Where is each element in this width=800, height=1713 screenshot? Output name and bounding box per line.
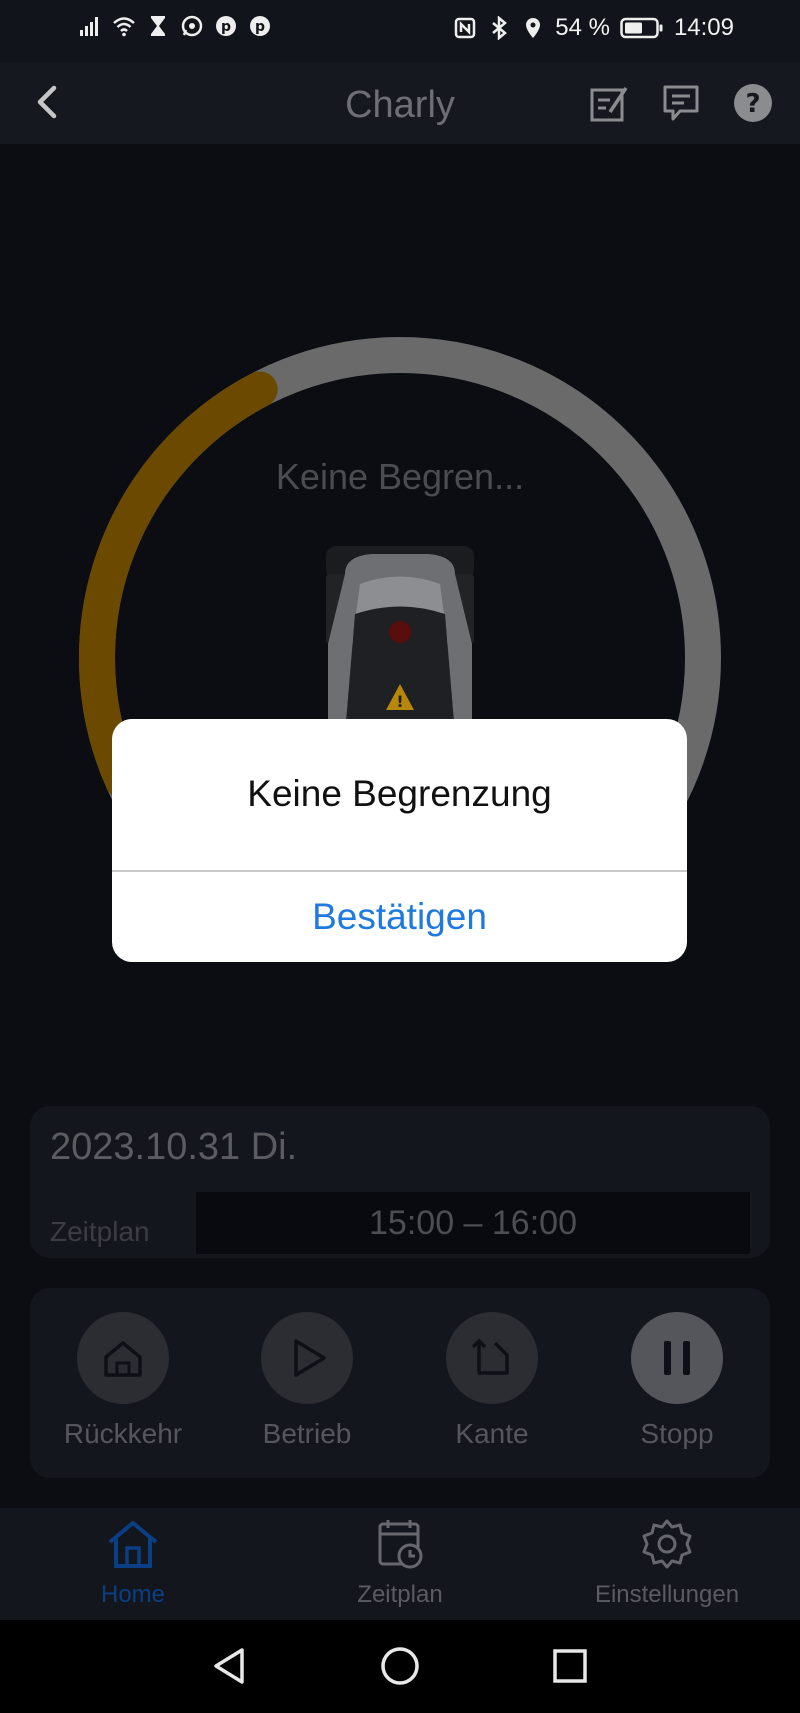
pinterest-icon-2: p (250, 16, 270, 36)
location-icon (526, 18, 541, 38)
edge-label: Kante (455, 1418, 529, 1449)
wifi-icon (113, 17, 135, 37)
run-circle[interactable] (261, 1312, 353, 1404)
recents-square-icon[interactable] (550, 1646, 590, 1686)
nfc-icon (454, 17, 476, 39)
stop-circle[interactable] (631, 1312, 723, 1404)
status-right-icons: 54 % 14:09 (453, 14, 734, 42)
status-label: Keine Begren... (275, 456, 525, 497)
system-nav-bar (0, 1620, 800, 1713)
calendar-clock-icon (378, 1520, 423, 1569)
svg-text:?: ? (745, 89, 760, 119)
schedule-time-range: 15:00 – 16:00 (196, 1192, 750, 1254)
nav-schedule[interactable]: Zeitplan (300, 1518, 500, 1609)
status-left-icons: p p (78, 14, 272, 38)
hourglass-icon (151, 16, 165, 36)
confirm-button[interactable]: Bestätigen (112, 872, 687, 962)
edge-circle[interactable] (446, 1312, 538, 1404)
signal-icon (80, 17, 98, 36)
nav-settings[interactable]: Einstellungen (567, 1518, 767, 1609)
nav-home[interactable]: Home (33, 1518, 233, 1609)
nav-home-label: Home (100, 1581, 166, 1608)
play-icon (294, 1339, 326, 1377)
app-header: Charly ? (0, 62, 800, 144)
edit-note-icon[interactable] (588, 82, 630, 124)
help-icon[interactable]: ? (732, 82, 774, 124)
stop-label: Stopp (640, 1418, 714, 1449)
nav-schedule-label: Zeitplan (357, 1581, 443, 1608)
svg-text:p: p (221, 19, 231, 35)
bluetooth-icon (492, 16, 508, 40)
back-triangle-icon[interactable] (210, 1646, 250, 1686)
home-circle-icon[interactable] (380, 1646, 420, 1686)
pause-icon (664, 1341, 690, 1375)
bottom-nav: Home Zeitplan Einstellungen (0, 1508, 800, 1620)
home-icon (108, 1521, 158, 1568)
edge-button[interactable]: Kante (412, 1312, 572, 1450)
run-button[interactable]: Betrieb (227, 1312, 387, 1450)
schedule-label: Zeitplan (50, 1216, 150, 1247)
alert-dialog: Keine Begrenzung Bestätigen (112, 719, 687, 962)
dialog-message: Keine Begrenzung (247, 773, 552, 814)
home-return-icon (104, 1341, 142, 1377)
gear-icon (642, 1519, 692, 1569)
status-bar: p p 54 % 14:09 (0, 0, 800, 62)
battery-percent: 54 % (555, 14, 610, 41)
svg-text:p: p (255, 19, 265, 35)
stop-button[interactable]: Stopp (597, 1312, 757, 1450)
return-button[interactable]: Rückkehr (43, 1312, 203, 1450)
pinterest-icon: p (216, 16, 236, 36)
nav-settings-label: Einstellungen (594, 1581, 740, 1608)
run-label: Betrieb (262, 1418, 352, 1449)
whatsapp-icon (181, 15, 203, 37)
message-icon[interactable] (660, 82, 702, 124)
edge-icon (471, 1338, 509, 1375)
return-circle[interactable] (77, 1312, 169, 1404)
schedule-card: 2023.10.31 Di. Zeitplan 15:00 – 16:00 (30, 1106, 770, 1258)
return-label: Rückkehr (63, 1418, 183, 1449)
battery-icon (620, 17, 663, 39)
control-panel: Rückkehr Betrieb Kante Stopp (30, 1288, 770, 1478)
svg-text:!: ! (396, 692, 403, 711)
clock: 14:09 (673, 14, 734, 41)
schedule-date: 2023.10.31 Di. (50, 1126, 298, 1168)
